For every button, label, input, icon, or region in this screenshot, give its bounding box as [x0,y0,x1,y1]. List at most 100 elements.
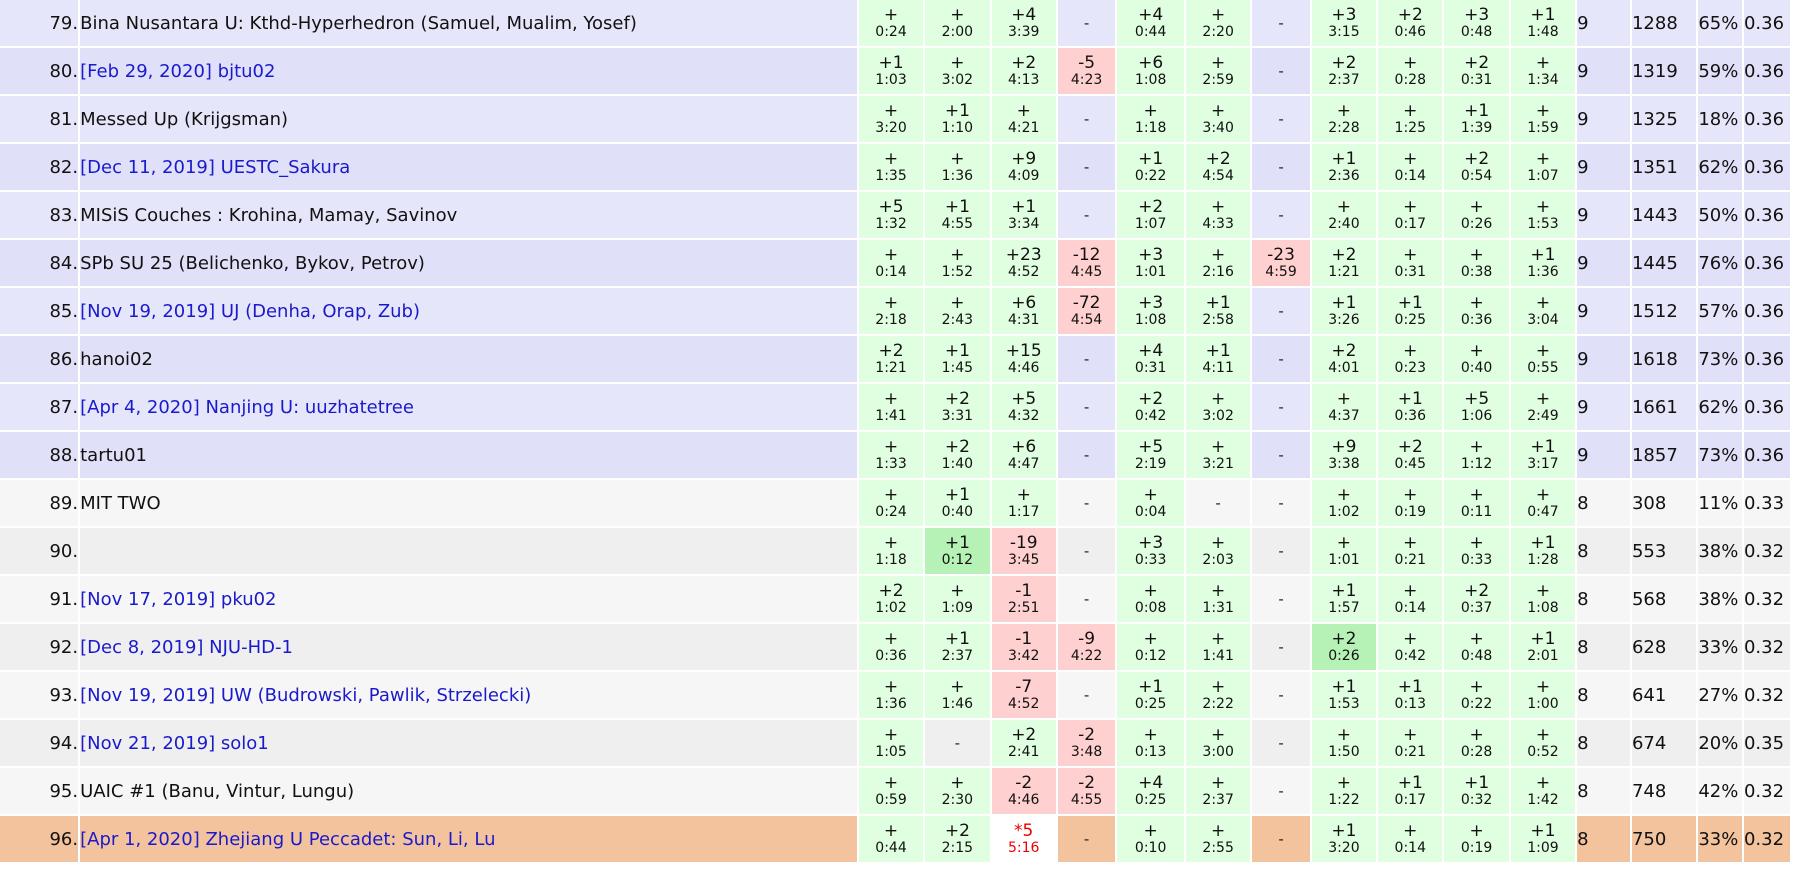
attempts-label: + [950,244,965,265]
attempts-label: + [883,532,899,553]
time-label: 3:45 [1007,551,1040,568]
problem-cell-accepted: +1 3:17 [1510,432,1576,478]
time-label: 1:36 [941,167,974,184]
attempts-label: +2 [944,388,970,409]
attempts-label: + [1143,580,1158,601]
problem-cell-unattempted: - [1252,480,1310,526]
problem-cell-accepted: +2:40 [1311,192,1377,238]
attempts-label: +2 [1331,244,1357,265]
time-label: 2:41 [1007,743,1040,760]
problem-cell-accepted: +2:49 [1510,384,1576,430]
time-label: 1:12 [1460,455,1493,472]
attempts-label: + [883,244,899,265]
standings-row: 84. SPb SU 25 (Belichenko, Bykov, Petrov)… [0,240,1790,286]
problem-cell-accepted: +1:31 [1185,576,1251,622]
time-label: 0:26 [1328,647,1360,664]
team-name-link[interactable]: [Feb 29, 2020] bjtu02 [80,48,857,94]
attempts-label: + [950,772,965,793]
problem-cell-accepted: +1 2:36 [1311,144,1377,190]
problem-cell-accepted: +0:48 [1444,624,1509,670]
attempts-label: +1 [944,484,970,505]
team-name-link[interactable]: [Dec 8, 2019] NJU-HD-1 [80,624,857,670]
attempts-label: +2 [1397,436,1423,457]
time-label: 4:55 [941,215,974,232]
attempts-label: +3 [1138,244,1164,265]
problem-cell-accepted: +5 1:06 [1444,384,1509,430]
time-label: 0:14 [1394,167,1426,184]
problem-cell-accepted: +0:36 [1444,288,1509,334]
time-label: 0:55 [1527,359,1559,376]
problem-cell-accepted: +2 0:42 [1117,384,1184,430]
standings-row: 80. [Feb 29, 2020] bjtu02 +1 1:03 +3:02 +2 4:1… [0,48,1790,94]
time-label: 0:33 [1460,551,1493,568]
unattempted-mark: - [1278,109,1284,128]
time-label: 0:26 [1460,215,1493,232]
time-label: 0:24 [875,23,907,40]
problem-cell-accepted: +2:03 [1185,528,1251,574]
time-label: 4:46 [1007,791,1040,808]
penalty-time: 568 [1631,576,1697,622]
rank-cell: 80. [0,48,79,94]
problem-cell-unattempted: - [1252,336,1310,382]
problem-cell-accepted: +4 3:39 [991,0,1056,46]
problem-cell-accepted: +3:40 [1185,96,1251,142]
team-name-link[interactable]: [Nov 19, 2019] UJ (Denha, Orap, Zub) [80,288,857,334]
standings-row: 86. hanoi02 +2 1:21 +1 1:45 +15 4:46- +4 0:31 +1 4:… [0,336,1790,382]
team-name: tartu01 [80,432,857,478]
problem-cell-unattempted: - [1252,576,1310,622]
attempts-label: +1 [1011,196,1037,217]
problem-cell-accepted: +2 1:02 [858,576,924,622]
problem-cell-accepted: +3:00 [1185,720,1251,766]
time-label: 4:59 [1265,263,1297,280]
time-label: 0:52 [1527,743,1559,760]
attempts-label: + [1535,100,1551,121]
attempts-label: +1 [1331,580,1357,601]
attempts-label: +1 [1397,772,1423,793]
team-name-link[interactable]: [Apr 4, 2020] Nanjing U: uuzhatetree [80,384,857,430]
standings-row: 85. [Nov 19, 2019] UJ (Denha, Orap, Zub) +… [0,288,1790,334]
time-label: 0:31 [1134,359,1167,376]
problem-cell-accepted: +15 4:46 [991,336,1056,382]
attempts-label: + [1469,244,1484,265]
problem-cell-accepted: +6 4:31 [991,288,1056,334]
problem-cell-accepted: +0:21 [1378,528,1443,574]
problem-cell-rejected: -1 2:51 [991,576,1056,622]
attempts-label: + [1211,676,1226,697]
attempts-label: +1 [1331,292,1357,313]
attempts-label: + [1403,340,1418,361]
problem-cell-accepted: +0:28 [1378,48,1443,94]
problem-cell-accepted: +2:28 [1311,96,1377,142]
team-name-link[interactable]: [Apr 1, 2020] Zhejiang U Peccadet: Sun, … [80,816,857,862]
problem-cell-rejected: -7 4:52 [991,672,1056,718]
team-name-link[interactable]: [Nov 21, 2019] solo1 [80,720,857,766]
problem-cell-accepted: +2:22 [1185,672,1251,718]
rank-cell: 91. [0,576,79,622]
time-label: 0:25 [1134,791,1167,808]
problem-cell-accepted: +2 0:45 [1378,432,1443,478]
problem-cell-unattempted: - [1057,816,1116,862]
time-label: 2:59 [1202,71,1234,88]
team-name-link[interactable]: [Nov 17, 2019] pku02 [80,576,857,622]
problem-cell-accepted: +1:02 [1311,480,1377,526]
success-percent: 76% [1698,240,1742,286]
attempts-label: + [1535,676,1551,697]
problem-cell-rejected: -12 4:45 [1057,240,1116,286]
problem-cell-accepted: +3 3:15 [1311,0,1377,46]
attempts-label: +4 [1138,772,1164,793]
team-name-link[interactable]: [Dec 11, 2019] UESTC_Sakura [80,144,857,190]
rating-value: 0.36 [1743,96,1790,142]
problem-cell-accepted: +1 1:36 [1510,240,1576,286]
attempts-label: + [883,676,899,697]
problem-cell-accepted: +0:19 [1444,816,1509,862]
time-label: 1:52 [941,263,974,280]
problem-cell-accepted: +4:37 [1311,384,1377,430]
time-label: 3:15 [1328,23,1360,40]
attempts-label: +5 [1011,388,1037,409]
attempts-label: +1 [1464,772,1490,793]
team-name [80,528,857,574]
rating-value: 0.36 [1743,0,1790,46]
team-name-link[interactable]: [Nov 19, 2019] UW (Budrowski, Pawlik, St… [80,672,857,718]
solved-count: 9 [1577,0,1630,46]
problem-cell-accepted: +1 1:28 [1510,528,1576,574]
problem-cell-accepted: +2 0:31 [1444,48,1509,94]
